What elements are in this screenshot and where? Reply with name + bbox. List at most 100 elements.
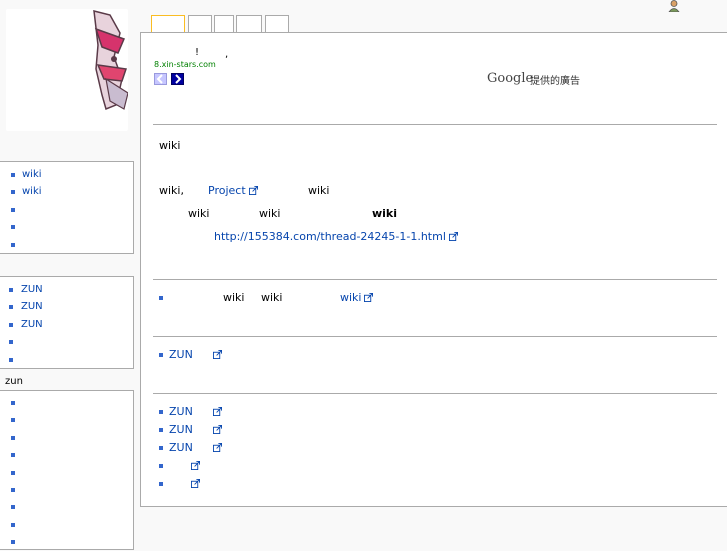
sidebar-item[interactable] — [0, 533, 133, 550]
paragraph-text: wiki — [259, 207, 281, 220]
external-link-icon — [212, 443, 222, 452]
list-link[interactable] — [169, 459, 200, 472]
chevron-right-icon — [175, 74, 182, 84]
bullet-icon — [159, 482, 163, 486]
tab-history[interactable] — [236, 15, 262, 33]
bullet-icon — [11, 470, 15, 475]
zun-link[interactable]: ZUN — [169, 405, 222, 418]
external-link-icon — [448, 232, 458, 241]
tab-article[interactable] — [151, 15, 185, 33]
chevron-left-icon — [156, 74, 163, 84]
paragraph-text: wiki, — [159, 184, 184, 197]
content-area: ! , 8.xin-stars.com Google 提供的廣告 wiki wi… — [140, 32, 727, 507]
sidebar-link[interactable]: wiki — [22, 186, 42, 197]
bullet-icon — [159, 353, 163, 357]
ad-domain[interactable]: 8.xin-stars.com — [154, 60, 216, 69]
zun-link[interactable]: ZUN — [169, 348, 222, 361]
sidebar-item[interactable] — [0, 464, 133, 481]
sidebar-item[interactable] — [0, 411, 133, 428]
tab-watch[interactable] — [265, 15, 289, 33]
sidebar-item[interactable] — [0, 236, 133, 253]
bullet-icon — [11, 401, 15, 405]
bullet-icon — [11, 418, 15, 423]
site-logo[interactable] — [6, 9, 128, 131]
sidebar-link[interactable]: ZUN — [21, 301, 43, 312]
bullet-icon — [11, 225, 15, 230]
zun-link[interactable]: ZUN — [169, 441, 222, 454]
project-link[interactable]: Project — [208, 184, 258, 197]
bullet-icon — [9, 305, 13, 310]
prev-ad-button[interactable] — [154, 73, 167, 85]
sidebar-item[interactable]: ZUN — [0, 298, 133, 315]
sidebar-item[interactable]: wiki — [0, 183, 133, 200]
next-ad-button[interactable] — [171, 73, 184, 85]
sidebar-zun-links: ZUN ZUN ZUN — [0, 276, 134, 369]
bullet-icon — [11, 505, 15, 510]
ad-provider-label[interactable]: 提供的廣告 — [530, 72, 580, 87]
tab-edit[interactable] — [214, 15, 234, 33]
list-link[interactable] — [169, 477, 200, 490]
bullet-icon — [11, 207, 15, 212]
sidebar-item[interactable] — [0, 394, 133, 411]
sidebar-navigation: wiki wiki — [0, 161, 134, 254]
sidebar-link[interactable]: wiki — [22, 169, 42, 180]
sidebar-item[interactable] — [0, 446, 133, 463]
bullet-icon — [159, 464, 163, 468]
bullet-icon — [159, 296, 163, 300]
bullet-icon — [11, 190, 15, 195]
bullet-icon — [11, 435, 15, 440]
sidebar-link[interactable]: ZUN — [21, 319, 43, 330]
sidebar-item[interactable] — [0, 218, 133, 235]
bullet-icon — [11, 522, 15, 527]
divider — [153, 124, 717, 125]
zun-link[interactable]: ZUN — [169, 423, 222, 436]
bullet-icon — [9, 357, 13, 362]
bullet-icon — [159, 446, 163, 450]
bullet-icon — [159, 410, 163, 414]
portlet-heading: zun — [5, 376, 23, 387]
bullet-icon — [9, 340, 13, 345]
wiki-link[interactable]: wiki — [340, 291, 374, 304]
sidebar-item[interactable]: ZUN — [0, 281, 133, 298]
sidebar-item[interactable] — [0, 333, 133, 350]
sidebar-item[interactable] — [0, 429, 133, 446]
bullet-icon — [9, 322, 13, 327]
sidebar-item[interactable] — [0, 201, 133, 218]
list-text: wiki — [223, 291, 245, 304]
ad-text: ! — [195, 47, 200, 58]
divider — [153, 393, 717, 394]
paragraph-text: wiki — [188, 207, 210, 220]
divider — [153, 336, 717, 337]
bold-text: wiki — [372, 207, 398, 220]
external-link-icon — [364, 293, 374, 302]
sidebar-item[interactable]: wiki — [0, 166, 133, 183]
logo-character-image — [93, 10, 128, 111]
user-icon[interactable] — [667, 0, 681, 13]
ad-comma: , — [225, 49, 229, 60]
section-heading: wiki — [159, 139, 181, 152]
external-link-icon — [248, 186, 258, 195]
sidebar-item[interactable] — [0, 481, 133, 498]
external-link-icon — [212, 350, 222, 359]
external-link-icon — [191, 479, 200, 488]
google-logo: Google — [487, 71, 534, 86]
bullet-icon — [11, 487, 15, 492]
sidebar-zun-portlet — [0, 390, 134, 550]
bullet-icon — [11, 453, 15, 458]
sidebar-item[interactable] — [0, 516, 133, 533]
list-text: wiki — [261, 291, 283, 304]
bullet-icon — [159, 428, 163, 432]
bullet-icon — [11, 242, 15, 247]
sidebar-item[interactable]: ZUN — [0, 316, 133, 333]
sidebar-link[interactable]: ZUN — [21, 284, 43, 295]
sidebar-item[interactable] — [0, 498, 133, 515]
external-link-icon — [212, 425, 222, 434]
external-link-icon — [212, 407, 222, 416]
thread-link[interactable]: http://155384.com/thread-24245-1-1.html — [214, 230, 458, 243]
external-link-icon — [191, 461, 200, 470]
bullet-icon — [11, 173, 15, 177]
bullet-icon — [11, 540, 15, 545]
sidebar-item[interactable] — [0, 351, 133, 368]
bullet-icon — [9, 288, 13, 292]
tab-discussion[interactable] — [188, 15, 212, 33]
